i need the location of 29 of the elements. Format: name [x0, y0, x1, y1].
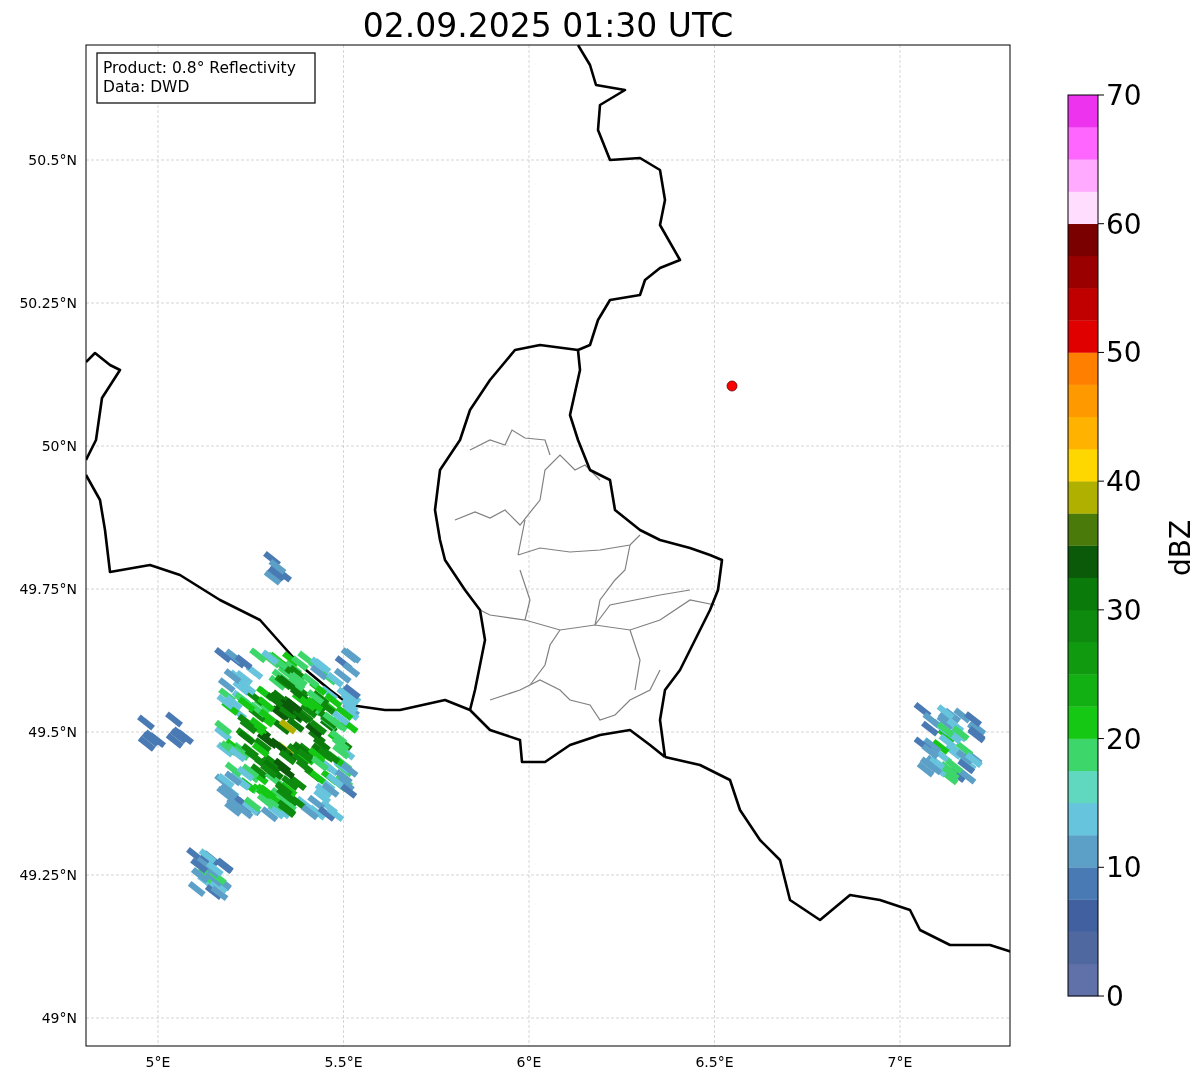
axis-label: 50.25°N	[19, 295, 77, 311]
colorbar-tick-label: 70	[1106, 79, 1142, 112]
colorbar-tick-label: 50	[1106, 336, 1142, 370]
axis-label: 6.5°E	[695, 1054, 734, 1070]
radar-echo	[165, 711, 194, 749]
chart-title: 02.09.2025 01:30 UTC	[362, 6, 734, 45]
colorbar-tick-label: 0	[1106, 980, 1124, 1013]
axis-label: 49.75°N	[19, 581, 77, 597]
colorbar-tick-label: 60	[1106, 207, 1142, 241]
axis-label: 7°E	[887, 1054, 913, 1070]
radar-echo	[186, 847, 234, 901]
axis-label: 49°N	[41, 1010, 77, 1026]
radar-echo	[137, 714, 166, 752]
info-text: Data: DWD	[103, 78, 190, 96]
axis-label: 50°N	[41, 438, 77, 454]
colorbar-tick-label: 10	[1106, 851, 1142, 885]
axis-label: 49.25°N	[19, 867, 77, 883]
colorbar-tick-label: 40	[1106, 465, 1142, 499]
axis-label: 49.5°N	[28, 724, 77, 740]
axis-label: 50.5°N	[28, 152, 77, 168]
axis-label: 5.5°E	[324, 1054, 363, 1070]
axis-label: 6°E	[516, 1054, 542, 1070]
colorbar-label: dBZ	[1164, 519, 1197, 577]
radar-echo	[263, 551, 292, 586]
axis-label: 5°E	[145, 1054, 171, 1070]
colorbar-tick-label: 20	[1106, 722, 1142, 756]
location-marker	[726, 380, 738, 392]
colorbar-tick-label: 30	[1106, 593, 1142, 627]
info-text: Product: 0.8° Reflectivity	[103, 59, 296, 77]
